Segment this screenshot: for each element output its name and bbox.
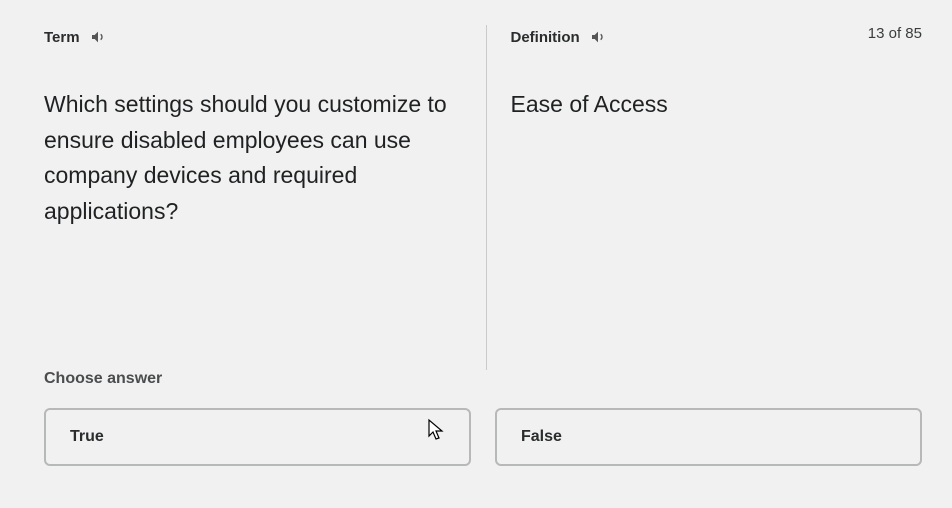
flashcard-area: Term Which settings should you customize… [0,0,952,370]
term-label: Term [44,29,80,46]
definition-text: Ease of Access [511,87,923,122]
answer-row: True False [44,408,922,466]
true-button-label: True [70,428,104,446]
false-button[interactable]: False [495,408,922,466]
card-counter: 13 of 85 [868,25,922,42]
choose-answer-area: Choose answer True False [0,370,952,466]
term-column: Term Which settings should you customize… [0,25,487,370]
definition-column: Definition 13 of 85 Ease of Access [487,25,952,370]
true-button[interactable]: True [44,408,471,466]
definition-label: Definition [511,29,580,46]
false-button-label: False [521,428,562,446]
choose-answer-label: Choose answer [44,370,922,388]
term-text: Which settings should you customize to e… [44,87,456,230]
audio-icon[interactable] [90,29,106,45]
definition-header: Definition 13 of 85 [511,25,923,49]
term-header: Term [44,25,456,49]
audio-icon[interactable] [590,29,606,45]
